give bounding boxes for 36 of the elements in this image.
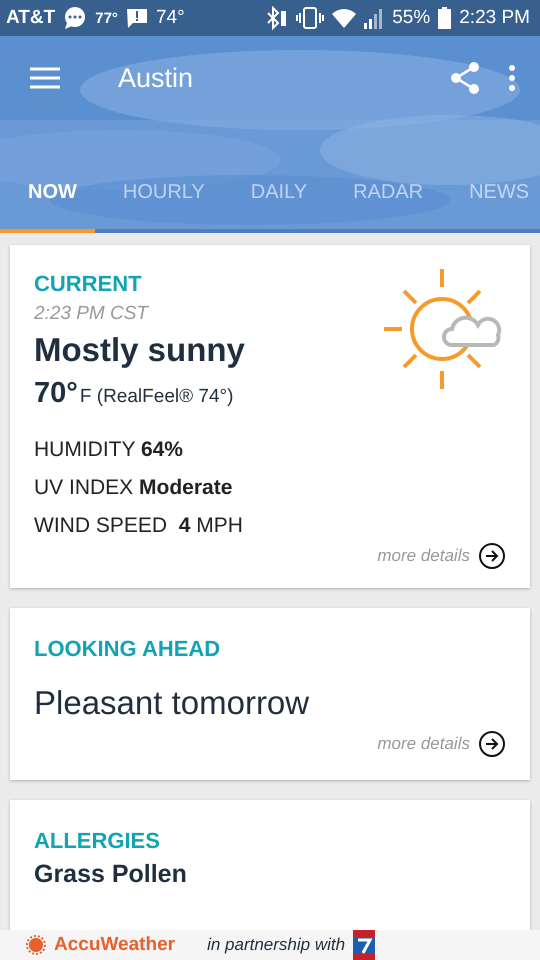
section-heading: CURRENT: [34, 271, 143, 297]
detail-text: UV INDEX Moderate: [34, 476, 234, 500]
alert-message-icon: [126, 7, 148, 29]
partner-text: in partnership with: [207, 935, 346, 955]
city-title: Austin: [118, 62, 194, 94]
realfeel-text: F (RealFeel® 74°): [80, 386, 234, 408]
more-details-link[interactable]: more details: [377, 546, 470, 566]
vibrate-icon: [296, 6, 324, 30]
section-heading: ALLERGIES: [34, 828, 161, 854]
tab[interactable]: DAILY: [222, 155, 326, 233]
carrier-name: AT&T: [6, 7, 56, 29]
section-heading: LOOKING AHEAD: [34, 636, 222, 662]
tab[interactable]: HOURLY: [94, 155, 223, 233]
temperature-reading: 77°: [95, 10, 118, 26]
condition-text: Mostly sunny: [34, 331, 246, 369]
tab[interactable]: NOW: [0, 155, 95, 233]
observation-time: 2:23 PM CST: [34, 303, 150, 325]
sun-logo-icon: [26, 935, 46, 955]
clock-time: 2:23 PM: [459, 7, 530, 29]
detail-text: HUMIDITY 64%: [34, 438, 184, 462]
chat-bubble-icon: [63, 6, 88, 30]
battery-percent: 55%: [392, 7, 430, 29]
signal-icon: [364, 7, 384, 29]
more-details-link[interactable]: more details: [377, 734, 470, 754]
tab[interactable]: RADAR: [325, 155, 442, 233]
tab[interactable]: NEWS: [441, 155, 540, 233]
wifi-icon: [332, 7, 356, 29]
allergy-summary: Grass Pollen: [34, 860, 188, 889]
forecast-summary: Pleasant tomorrow: [34, 684, 310, 722]
brand-name: AccuWeather: [54, 934, 176, 956]
temperature-value: 70°: [34, 377, 78, 410]
detail-text: WIND SPEED 4 MPH: [34, 514, 244, 538]
arrow-right-icon[interactable]: [478, 730, 506, 758]
battery-icon: [438, 7, 452, 29]
arrow-right-icon[interactable]: [478, 542, 506, 570]
temperature-reading: 74°: [156, 7, 185, 29]
